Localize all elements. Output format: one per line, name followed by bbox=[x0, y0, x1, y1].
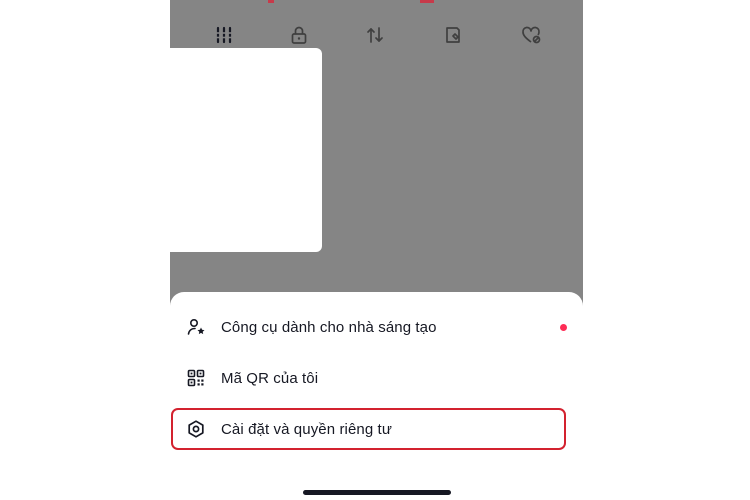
highlight-outline bbox=[171, 408, 566, 450]
header-fragment bbox=[420, 0, 434, 3]
menu-item-creator-tools[interactable]: Công cụ dành cho nhà sáng tạo bbox=[170, 306, 583, 348]
heart-icon bbox=[522, 26, 541, 44]
video-thumbnail-card[interactable] bbox=[170, 48, 322, 252]
bottom-sheet-menu: Công cụ dành cho nhà sáng tạo Mã QR của … bbox=[170, 292, 583, 500]
tab-liked[interactable] bbox=[513, 18, 549, 52]
profile-tab-bar bbox=[170, 18, 583, 52]
bookmark-icon bbox=[446, 27, 460, 43]
tab-videos[interactable] bbox=[206, 18, 242, 52]
qr-code-icon bbox=[185, 367, 207, 389]
home-indicator[interactable] bbox=[303, 490, 451, 495]
phone-screen: Công cụ dành cho nhà sáng tạo Mã QR của … bbox=[170, 0, 583, 500]
menu-item-my-qr-code[interactable]: Mã QR của tôi bbox=[170, 357, 583, 399]
header-fragment bbox=[268, 0, 274, 3]
tab-private[interactable] bbox=[281, 18, 317, 52]
notification-dot bbox=[560, 323, 567, 331]
tab-reposts[interactable] bbox=[357, 18, 393, 52]
tab-favorites[interactable] bbox=[435, 18, 471, 52]
grid-icon bbox=[216, 26, 232, 44]
profile-header-cutoff bbox=[170, 0, 583, 10]
lock-icon bbox=[291, 26, 307, 44]
repost-icon bbox=[367, 27, 383, 43]
menu-item-label: Công cụ dành cho nhà sáng tạo bbox=[221, 318, 437, 336]
menu-item-label: Mã QR của tôi bbox=[221, 369, 319, 387]
creator-star-icon bbox=[185, 316, 207, 338]
